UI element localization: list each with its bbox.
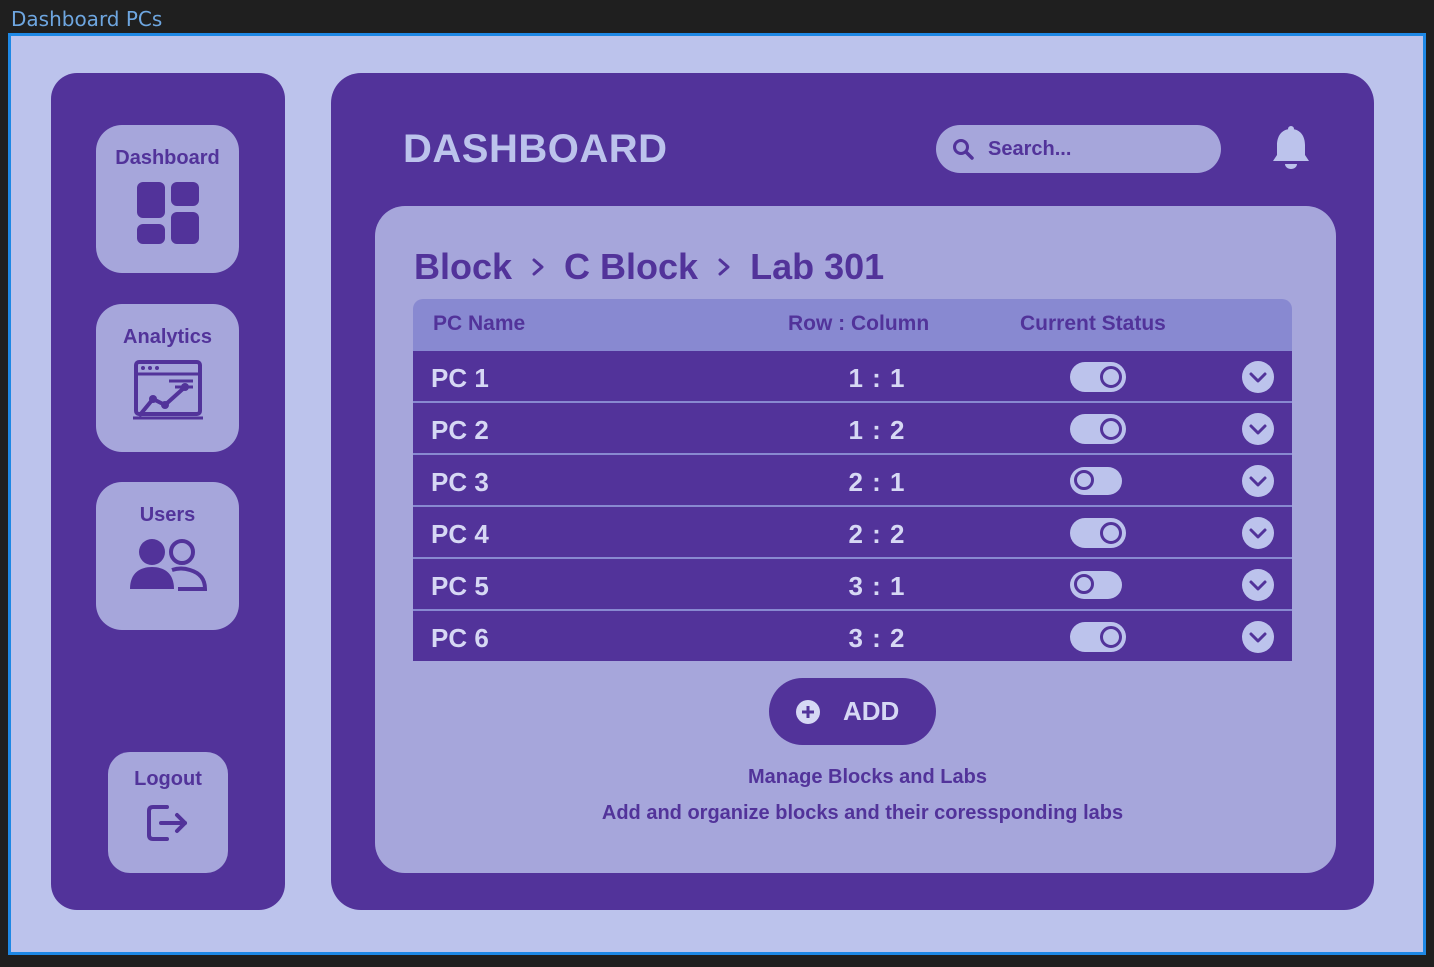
chevron-right-icon <box>532 258 544 276</box>
lab-panel: Block C Block Lab 301 PC Name Row : Colu… <box>375 206 1336 873</box>
pc-position: 2 : 1 <box>848 467 906 497</box>
add-button[interactable]: ADD <box>769 678 936 745</box>
sidebar-item-label: Users <box>139 504 196 526</box>
app-frame: Dashboard Analytics Users Logout DASHBOA… <box>8 33 1426 955</box>
table-header: PC Name Row : Column Current Status <box>413 299 1292 349</box>
plus-circle-icon <box>796 699 820 724</box>
section-caption-title: Manage Blocks and Labs <box>748 766 987 788</box>
page-title: DASHBOARD <box>403 127 668 171</box>
chevron-down-icon <box>1249 372 1267 383</box>
pc-name: PC 2 <box>431 415 489 445</box>
search-input[interactable] <box>988 137 1208 161</box>
sidebar-item-label: Dashboard <box>115 147 220 169</box>
main-content: DASHBOARD Block C Block <box>331 73 1374 910</box>
pc-position: 1 : 1 <box>848 363 906 393</box>
section-caption-subtitle: Add and organize blocks and their coress… <box>601 802 1124 824</box>
breadcrumb-item-c-block[interactable]: C Block <box>564 246 698 288</box>
status-toggle[interactable] <box>1070 622 1126 652</box>
search-icon <box>953 139 974 160</box>
sidebar-item-analytics[interactable]: Analytics <box>96 304 239 452</box>
expand-row-button[interactable] <box>1242 413 1274 445</box>
status-toggle[interactable] <box>1070 467 1122 495</box>
chevron-down-icon <box>1249 632 1267 643</box>
pc-name: PC 1 <box>431 363 489 393</box>
pc-name: PC 3 <box>431 467 489 497</box>
status-toggle[interactable] <box>1070 571 1122 599</box>
pc-name: PC 4 <box>431 519 489 549</box>
status-toggle[interactable] <box>1070 414 1126 444</box>
chevron-down-icon <box>1249 528 1267 539</box>
pc-position: 1 : 2 <box>848 415 906 445</box>
grid-icon <box>136 182 199 244</box>
expand-row-button[interactable] <box>1242 569 1274 601</box>
logout-label: Logout <box>134 768 202 790</box>
sidebar: Dashboard Analytics Users Logout <box>51 73 285 910</box>
search-bar[interactable] <box>936 125 1221 173</box>
chevron-down-icon <box>1249 476 1267 487</box>
pc-position: 2 : 2 <box>848 519 906 549</box>
sidebar-item-dashboard[interactable]: Dashboard <box>96 125 239 273</box>
breadcrumb: Block C Block Lab 301 <box>414 246 884 288</box>
table-row: PC 2 1 : 2 <box>413 401 1292 453</box>
table-row: PC 5 3 : 1 <box>413 557 1292 609</box>
analytics-chart-icon <box>132 360 203 420</box>
column-header-row-column: Row : Column <box>788 312 930 335</box>
chevron-down-icon <box>1249 424 1267 435</box>
sidebar-item-label: Analytics <box>123 326 212 348</box>
breadcrumb-item-lab: Lab 301 <box>750 246 885 287</box>
expand-row-button[interactable] <box>1242 517 1274 549</box>
pc-name: PC 5 <box>431 571 489 601</box>
pc-table: PC Name Row : Column Current Status PC 1… <box>413 299 1292 661</box>
column-header-status: Current Status <box>1020 312 1166 335</box>
frame-title: Dashboard PCs <box>11 7 163 31</box>
expand-row-button[interactable] <box>1242 361 1274 393</box>
table-row: PC 3 2 : 1 <box>413 453 1292 505</box>
table-row: PC 4 2 : 2 <box>413 505 1292 557</box>
table-row: PC 6 3 : 2 <box>413 609 1292 661</box>
pc-position: 3 : 1 <box>848 571 906 601</box>
users-icon <box>129 539 207 591</box>
add-button-label: ADD <box>843 696 900 726</box>
logout-icon <box>147 805 187 841</box>
table-row: PC 1 1 : 1 <box>413 349 1292 401</box>
chevron-right-icon <box>718 258 730 276</box>
column-header-pc-name: PC Name <box>433 312 526 335</box>
breadcrumb-item-block[interactable]: Block <box>414 246 512 288</box>
expand-row-button[interactable] <box>1242 465 1274 497</box>
status-toggle[interactable] <box>1070 362 1126 392</box>
pc-name: PC 6 <box>431 623 489 653</box>
sidebar-item-users[interactable]: Users <box>96 482 239 630</box>
logout-button[interactable]: Logout <box>108 752 228 873</box>
pc-position: 3 : 2 <box>848 623 906 653</box>
chevron-down-icon <box>1249 580 1267 591</box>
status-toggle[interactable] <box>1070 518 1126 548</box>
bell-icon[interactable] <box>1271 125 1311 171</box>
expand-row-button[interactable] <box>1242 621 1274 653</box>
